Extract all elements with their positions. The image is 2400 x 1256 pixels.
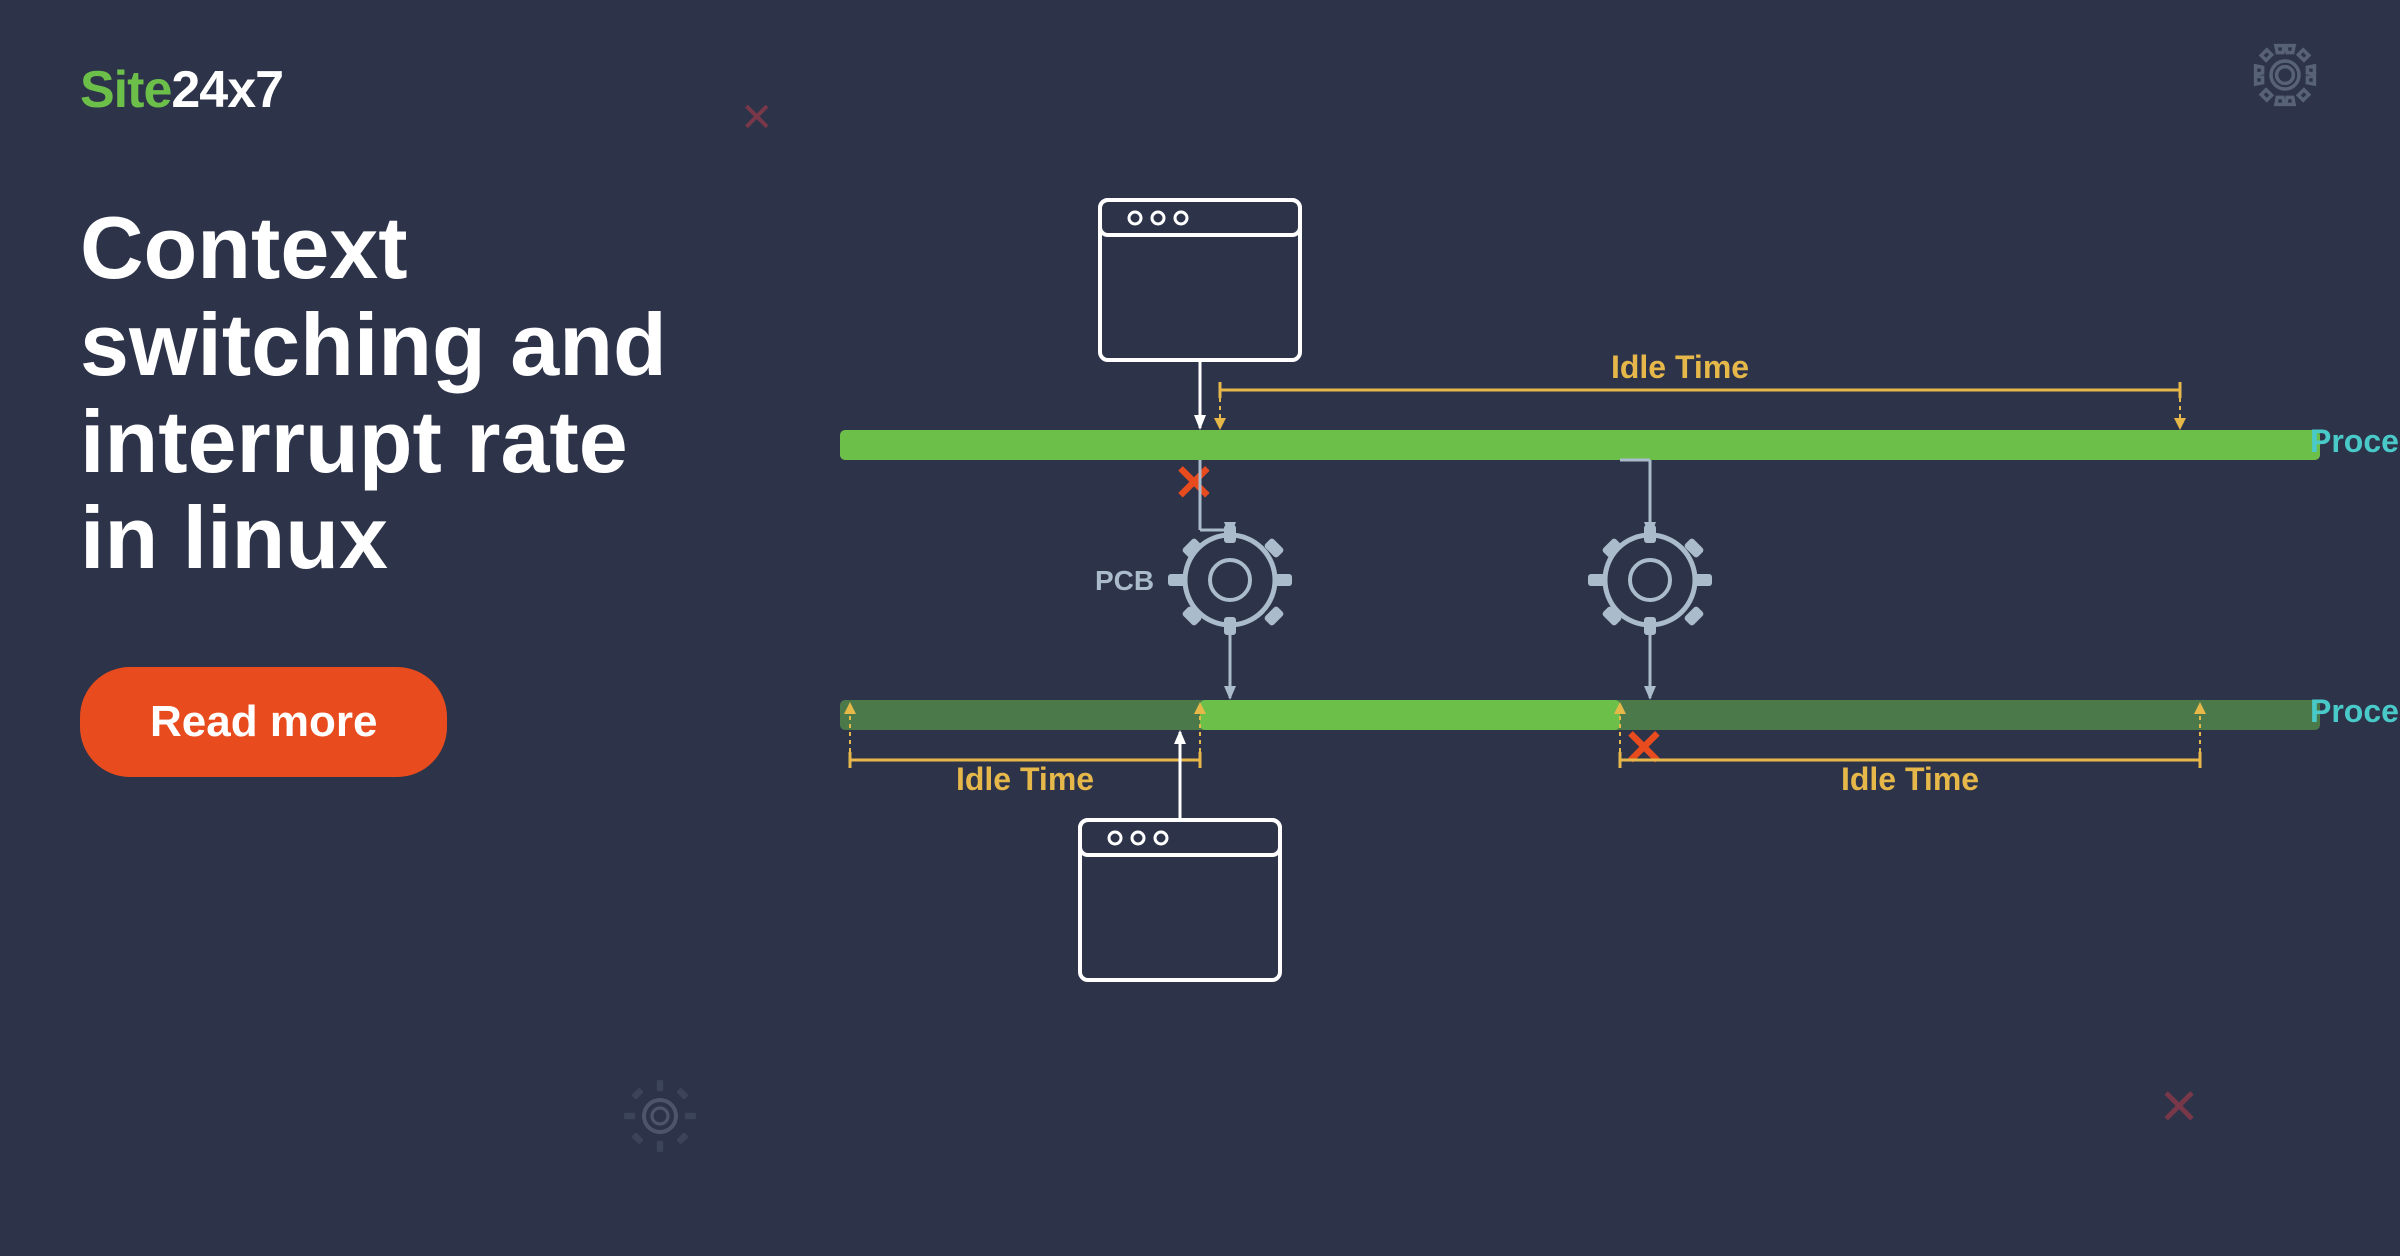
svg-text:Process 1: Process 1 (2310, 423, 2400, 459)
svg-text:Idle Time: Idle Time (1611, 349, 1749, 385)
context-switch-diagram: Idle Time Process 1 ✕ PCB ✕ Process 2 (0, 0, 2400, 1256)
svg-text:✕: ✕ (1623, 720, 1665, 776)
svg-text:Idle Time: Idle Time (1841, 761, 1979, 797)
svg-text:✕: ✕ (1173, 455, 1215, 511)
svg-text:PCB: PCB (1095, 565, 1154, 596)
svg-text:Process 2: Process 2 (2310, 693, 2400, 729)
svg-text:Idle Time: Idle Time (956, 761, 1094, 797)
